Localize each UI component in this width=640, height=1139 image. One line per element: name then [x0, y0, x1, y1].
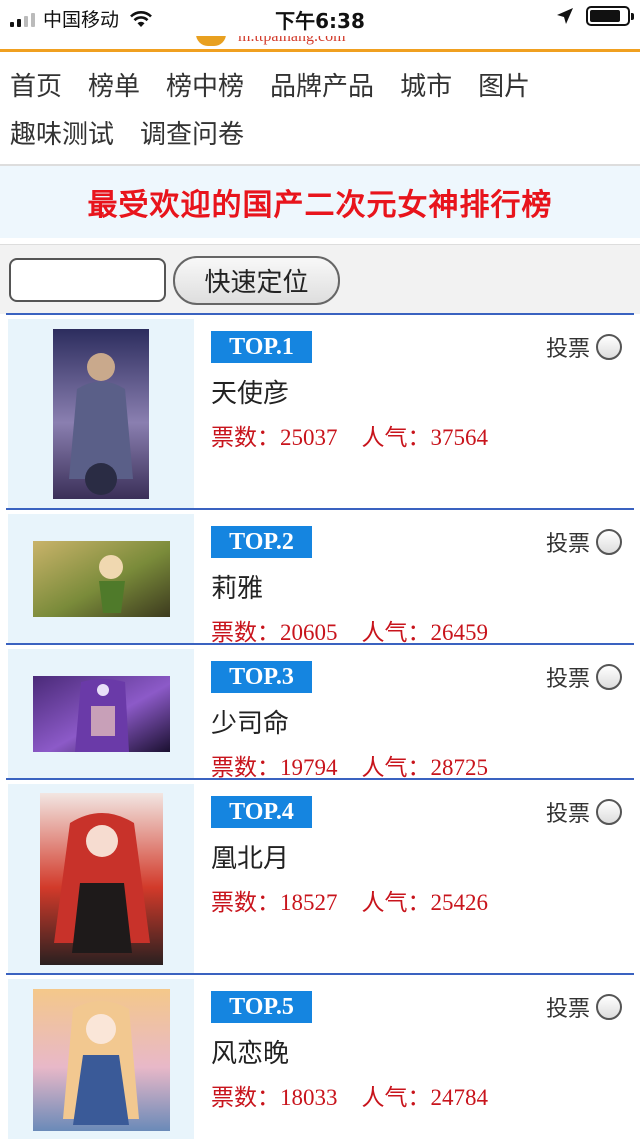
item-thumbnail[interactable]: [53, 328, 149, 499]
thumbnail-frame: [8, 784, 194, 973]
status-time: 下午6:38: [275, 9, 365, 33]
votes-count: 19794: [280, 755, 338, 780]
popularity-count: 28725: [430, 755, 489, 780]
votes-count: 25037: [280, 425, 338, 450]
thumbnail-frame: [8, 979, 194, 1139]
list-item[interactable]: TOP.2 莉雅 票数：20605 人气：26459 投票: [6, 508, 634, 645]
item-name[interactable]: 天使彦: [211, 373, 289, 410]
item-stats: 票数：18527 人气：25426: [211, 883, 488, 917]
item-name[interactable]: 莉雅: [211, 568, 263, 605]
vote-control[interactable]: 投票: [546, 661, 622, 693]
logo-mark-icon: [196, 36, 226, 46]
nav-row-2: 趣味测试 调查问卷: [10, 108, 630, 156]
rank-badge: TOP.3: [211, 661, 312, 693]
votes-count: 18527: [280, 890, 338, 915]
main-nav: 首页 榜单 榜中榜 品牌产品 城市 图片 趣味测试 调查问卷: [10, 60, 630, 156]
item-stats: 票数：18033 人气：24784: [211, 1078, 488, 1112]
vote-checkbox[interactable]: [596, 664, 622, 690]
title-banner: 最受欢迎的国产二次元女神排行榜: [0, 166, 640, 238]
location-arrow-icon: [557, 8, 573, 24]
vote-checkbox[interactable]: [596, 994, 622, 1020]
votes-label: 票数：: [211, 425, 280, 450]
item-thumbnail[interactable]: [32, 675, 170, 752]
item-name[interactable]: 凰北月: [211, 838, 289, 875]
popularity-label: 人气：: [361, 755, 431, 780]
item-thumbnail[interactable]: [32, 540, 170, 617]
vote-label: 投票: [545, 667, 590, 692]
votes-count: 20605: [280, 620, 338, 645]
vote-label: 投票: [545, 802, 590, 827]
popularity-count: 24784: [430, 1085, 489, 1110]
status-bar: 中国移动 下午6:38: [0, 0, 640, 36]
vote-checkbox[interactable]: [596, 799, 622, 825]
vote-control[interactable]: 投票: [546, 796, 622, 828]
quick-locate-bar: 快速定位: [0, 244, 640, 314]
battery-icon: [586, 6, 634, 26]
vote-label: 投票: [545, 337, 590, 362]
header-divider: [0, 49, 640, 52]
nav-item-rankings[interactable]: 榜单: [88, 66, 140, 103]
nav-item-pictures[interactable]: 图片: [478, 66, 530, 103]
vote-control[interactable]: 投票: [546, 526, 622, 558]
votes-count: 18033: [280, 1085, 338, 1110]
vote-label: 投票: [545, 997, 590, 1022]
nav-item-cities[interactable]: 城市: [400, 66, 452, 103]
thumbnail-frame: [8, 514, 194, 643]
list-item[interactable]: TOP.3 少司命 票数：19794 人气：28725 投票: [6, 643, 634, 780]
item-stats: 票数：20605 人气：26459: [211, 613, 488, 647]
rank-badge: TOP.2: [211, 526, 312, 558]
vote-control[interactable]: 投票: [546, 331, 622, 363]
thumbnail-frame: [8, 649, 194, 778]
list-item[interactable]: TOP.5 风恋晚 票数：18033 人气：24784 投票: [6, 973, 634, 1139]
list-item[interactable]: TOP.4 凰北月 票数：18527 人气：25426 投票: [6, 778, 634, 973]
item-thumbnail[interactable]: [32, 989, 170, 1131]
nav-item-surveys[interactable]: 调查问卷: [140, 114, 244, 151]
votes-label: 票数：: [211, 620, 280, 645]
item-stats: 票数：25037 人气：37564: [211, 418, 488, 452]
votes-label: 票数：: [211, 1085, 280, 1110]
popularity-label: 人气：: [361, 425, 431, 450]
rank-badge: TOP.4: [211, 796, 312, 828]
nav-item-fun-tests[interactable]: 趣味测试: [10, 114, 114, 151]
status-right: [556, 6, 634, 26]
popularity-label: 人气：: [361, 1085, 431, 1110]
thumbnail-frame: [8, 319, 194, 508]
nav-item-brands[interactable]: 品牌产品: [270, 66, 374, 103]
rank-badge: TOP.1: [211, 331, 312, 363]
nav-item-home[interactable]: 首页: [10, 66, 62, 103]
logo-text: m.ttpaihang.com: [238, 36, 346, 45]
popularity-count: 26459: [430, 620, 489, 645]
popularity-label: 人气：: [361, 890, 431, 915]
site-logo[interactable]: m.ttpaihang.com: [0, 36, 640, 50]
item-name[interactable]: 少司命: [211, 703, 289, 740]
nav-row-1: 首页 榜单 榜中榜 品牌产品 城市 图片: [10, 60, 630, 108]
popularity-count: 25426: [430, 890, 489, 915]
nav-item-rank-of-ranks[interactable]: 榜中榜: [166, 66, 244, 103]
quick-locate-input[interactable]: [9, 258, 166, 302]
vote-label: 投票: [545, 532, 590, 557]
votes-label: 票数：: [211, 890, 280, 915]
votes-label: 票数：: [211, 755, 280, 780]
quick-locate-button[interactable]: 快速定位: [173, 256, 340, 305]
item-stats: 票数：19794 人气：28725: [211, 748, 488, 782]
popularity-count: 37564: [430, 425, 489, 450]
page-title: 最受欢迎的国产二次元女神排行榜: [87, 188, 553, 223]
popularity-label: 人气：: [361, 620, 431, 645]
item-name[interactable]: 风恋晚: [211, 1033, 289, 1070]
list-item[interactable]: TOP.1 天使彦 票数：25037 人气：37564 投票: [6, 313, 634, 508]
vote-control[interactable]: 投票: [546, 991, 622, 1023]
rank-badge: TOP.5: [211, 991, 312, 1023]
vote-checkbox[interactable]: [596, 529, 622, 555]
item-thumbnail[interactable]: [39, 792, 163, 965]
vote-checkbox[interactable]: [596, 334, 622, 360]
